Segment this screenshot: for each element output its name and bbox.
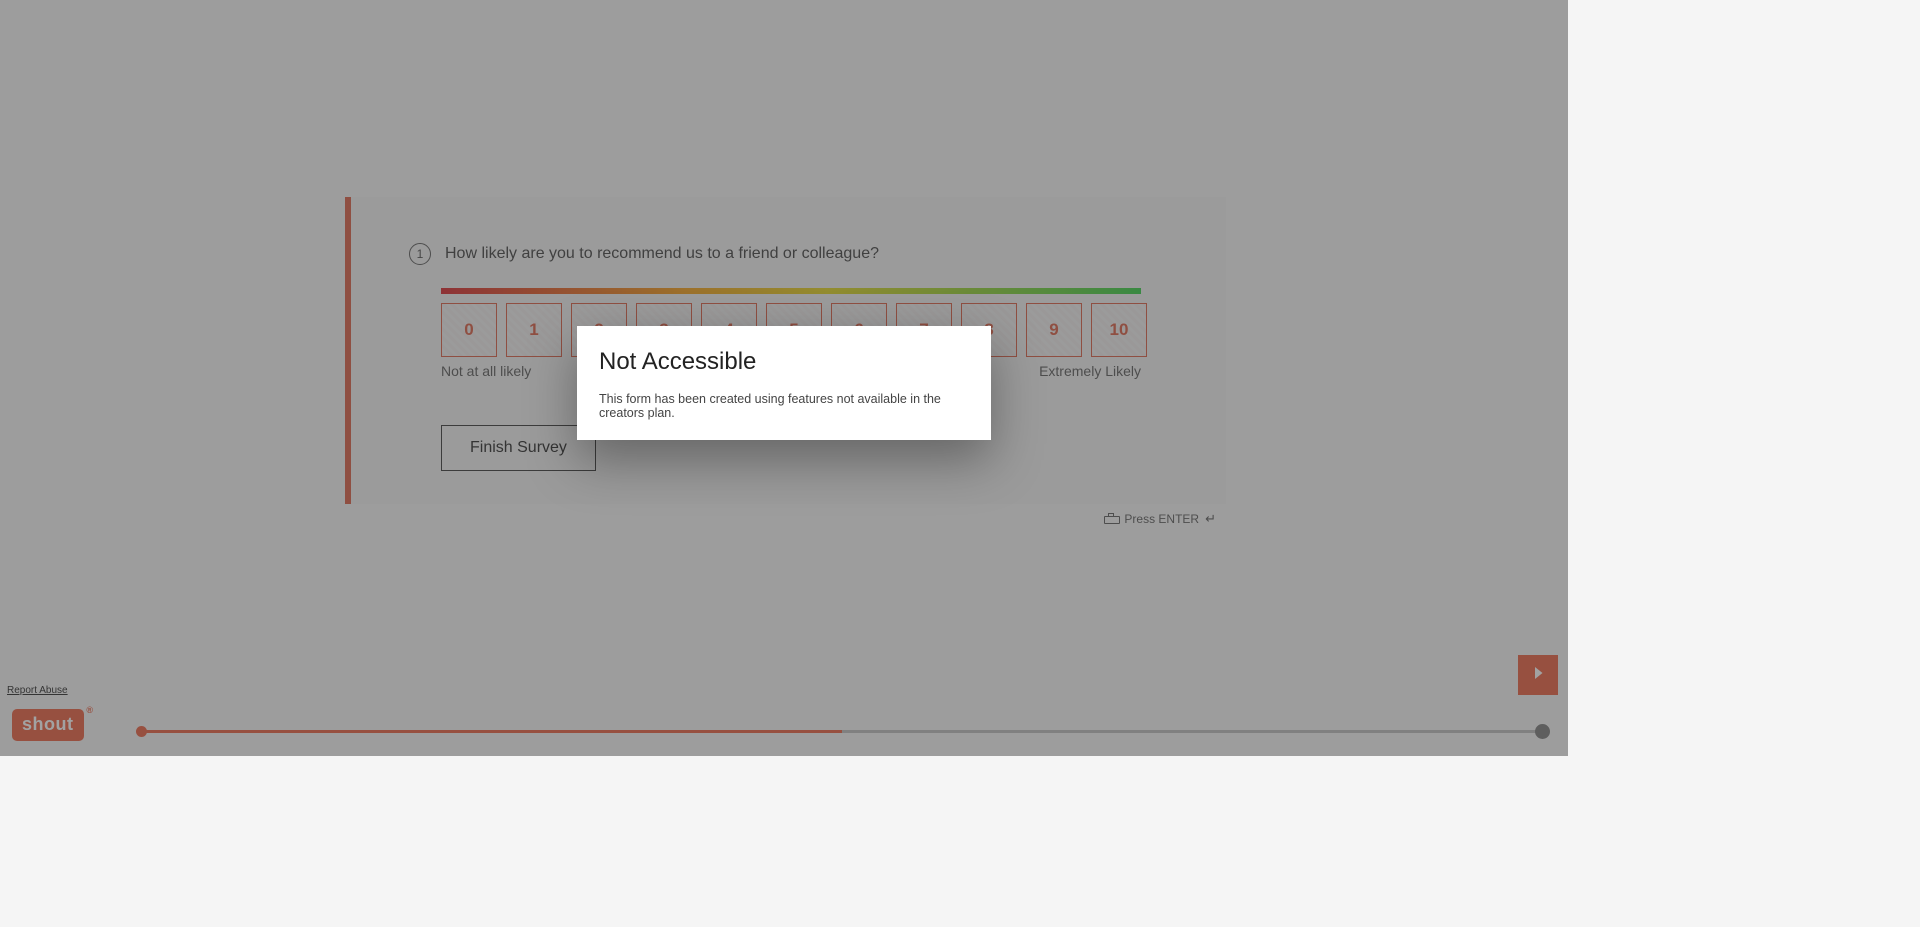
modal-body: This form has been created using feature… [599, 392, 969, 420]
not-accessible-modal: Not Accessible This form has been create… [577, 326, 991, 440]
modal-title: Not Accessible [599, 348, 969, 376]
page-root: 1 How likely are you to recommend us to … [0, 0, 1568, 756]
